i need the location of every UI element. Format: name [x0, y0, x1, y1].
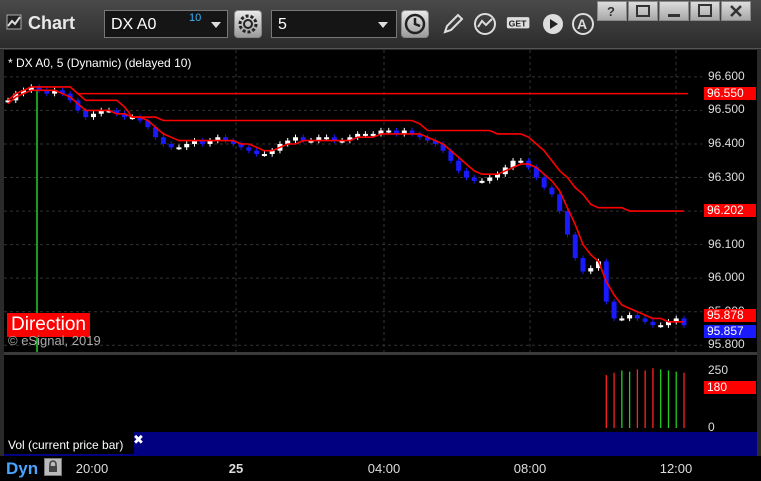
- candle-body: [572, 234, 578, 259]
- candle-body: [168, 143, 174, 148]
- symbol-value: DX A0: [111, 16, 157, 33]
- clock-icon: [404, 13, 426, 35]
- time-tick: 25: [228, 461, 244, 476]
- lock-icon[interactable]: [44, 458, 62, 476]
- interval-input[interactable]: 5: [271, 10, 397, 38]
- trend-line: [7, 89, 684, 323]
- candle-body: [292, 137, 298, 141]
- candle-body: [564, 211, 570, 235]
- svg-text:A: A: [577, 16, 587, 32]
- price-tick: 96.600: [708, 68, 745, 83]
- candle-body: [324, 137, 330, 140]
- time-tick: 12:00: [659, 461, 693, 476]
- candle-body: [557, 194, 563, 212]
- chart-app-icon: [6, 14, 22, 30]
- candle-body: [463, 170, 469, 178]
- price-flag: 96.550: [704, 87, 756, 101]
- svg-text:?: ?: [607, 4, 615, 19]
- time-tick: 08:00: [513, 461, 547, 476]
- candle-body: [254, 150, 260, 155]
- title-bar: Chart DX A0 10 5 GET A ?: [0, 0, 761, 49]
- volume-tick: 250: [708, 362, 729, 377]
- chevron-down-icon[interactable]: [211, 22, 221, 28]
- candle-body: [487, 177, 493, 181]
- candle-body: [261, 154, 267, 157]
- price-tick: 96.400: [708, 135, 745, 150]
- price-tick: 96.500: [708, 102, 745, 117]
- candle-body: [456, 160, 462, 171]
- symbol-input[interactable]: DX A0 10: [104, 10, 228, 38]
- close-icon[interactable]: ✖: [133, 432, 144, 448]
- interval-value: 5: [278, 16, 287, 33]
- price-plot[interactable]: [4, 50, 702, 352]
- candle-body: [370, 133, 376, 136]
- candle-body: [541, 177, 547, 188]
- candle-body: [627, 315, 633, 319]
- window-title: Chart: [28, 13, 76, 33]
- candle-body: [658, 325, 664, 328]
- candle-body: [580, 258, 586, 272]
- candle-body: [90, 113, 96, 118]
- price-flag: 95.857: [704, 324, 756, 338]
- candle-body: [518, 160, 524, 163]
- help-icon: ?: [607, 4, 615, 19]
- candle-body: [588, 268, 594, 272]
- price-axis: 96.60096.50096.40096.30096.20096.10096.0…: [702, 50, 757, 352]
- upper-band-line: [7, 86, 684, 212]
- chart-label: * DX A0, 5 (Dynamic) (delayed 10): [8, 56, 192, 70]
- candle-body: [650, 321, 656, 326]
- candle-body: [246, 147, 252, 151]
- settings-button[interactable]: [234, 10, 262, 38]
- copyright: © eSignal, 2019: [8, 333, 101, 348]
- candle-body: [549, 187, 555, 195]
- candle-body: [479, 180, 485, 183]
- price-tick: 96.000: [708, 270, 745, 285]
- candle-body: [634, 315, 640, 319]
- candle-body: [83, 110, 89, 118]
- candle-body: [642, 318, 648, 322]
- minimize-button[interactable]: [659, 1, 689, 21]
- candle-body: [611, 301, 617, 319]
- candle-body: [184, 143, 190, 148]
- restore-button[interactable]: [628, 1, 658, 21]
- maximize-button[interactable]: [690, 1, 720, 21]
- svg-text:GET: GET: [509, 19, 528, 29]
- price-tick: 96.100: [708, 236, 745, 251]
- price-tick: 95.800: [708, 337, 745, 352]
- candle-body: [619, 318, 625, 321]
- chevron-down-icon[interactable]: [378, 22, 388, 28]
- candle-body: [471, 177, 477, 181]
- candle-body: [362, 133, 368, 136]
- volume-label: Vol (current price bar): [8, 438, 124, 452]
- timeline-mode[interactable]: Dyn: [6, 459, 38, 479]
- time-tick: 20:00: [75, 461, 109, 476]
- candle-body: [176, 147, 182, 150]
- time-button[interactable]: [401, 10, 429, 38]
- study-icon[interactable]: [472, 10, 498, 38]
- volume-flag: 180: [704, 380, 756, 394]
- close-button[interactable]: [721, 1, 751, 21]
- price-flag: 95.878: [704, 308, 756, 322]
- candle-body: [386, 130, 392, 133]
- volume-plot[interactable]: [4, 355, 702, 432]
- maximize-icon: [698, 4, 712, 17]
- price-tick: 96.300: [708, 169, 745, 184]
- candle-body: [160, 137, 166, 144]
- play-icon[interactable]: [540, 10, 566, 38]
- alert-icon[interactable]: A: [570, 10, 596, 38]
- minimize-icon: [668, 14, 680, 17]
- price-flag: 96.202: [704, 203, 756, 217]
- gear-icon: [238, 14, 258, 34]
- help-button[interactable]: ?: [597, 1, 627, 21]
- pencil-icon[interactable]: [440, 10, 466, 38]
- time-axis: Dyn 20:00 25 04:00 08:00 12:00: [0, 456, 761, 481]
- close-icon: [730, 5, 742, 17]
- restore-icon: [636, 5, 650, 17]
- get-icon[interactable]: GET: [506, 10, 532, 38]
- time-tick: 04:00: [367, 461, 401, 476]
- symbol-delay: 10: [189, 12, 202, 24]
- volume-axis: 250 0 180: [702, 355, 757, 434]
